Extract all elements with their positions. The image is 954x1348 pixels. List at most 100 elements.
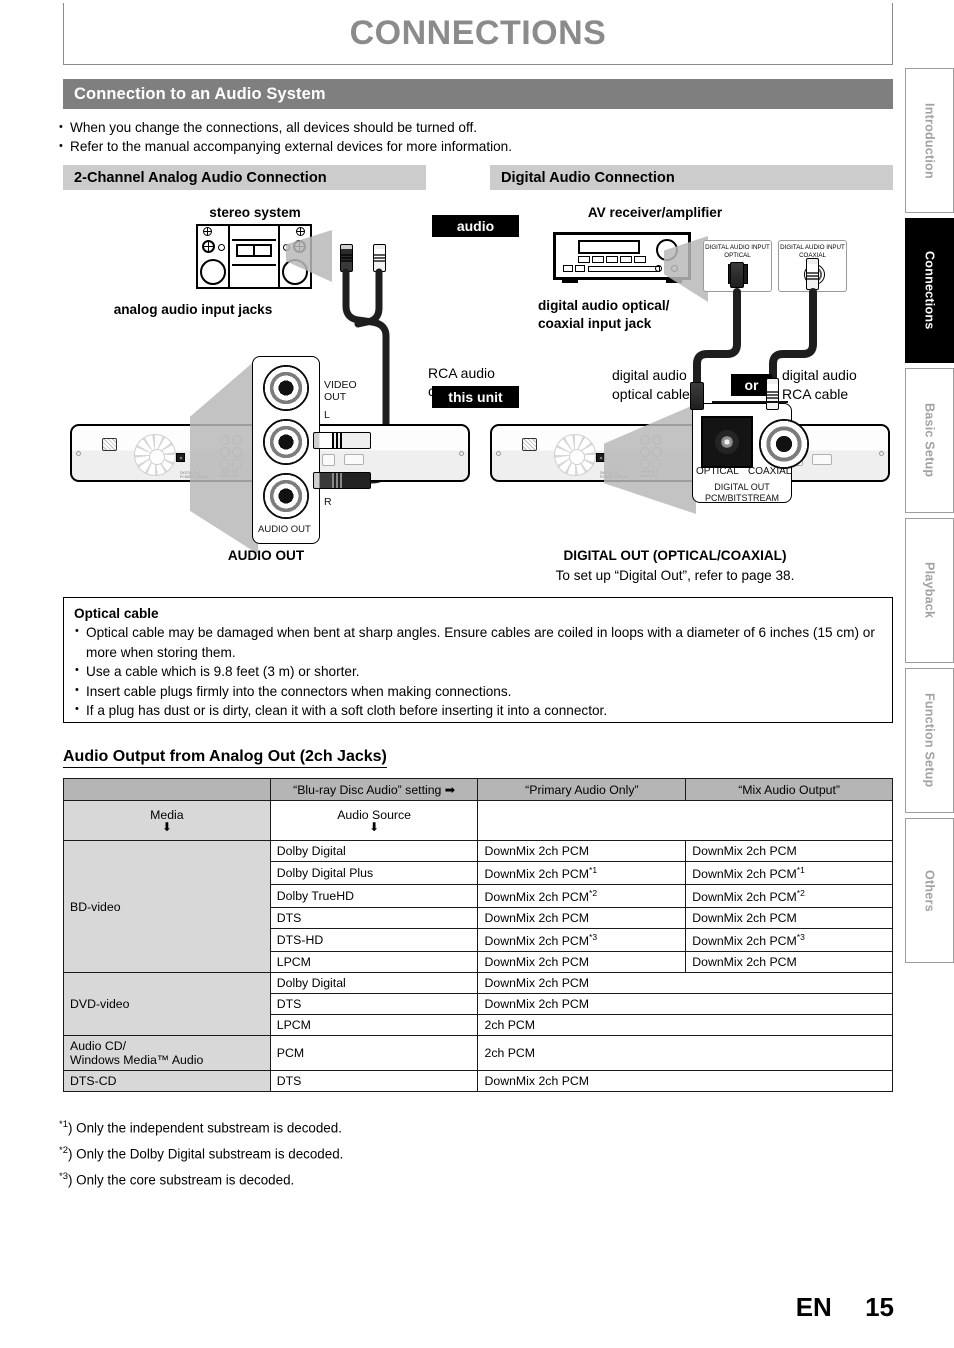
table-cell-audio-source: Dolby Digital Plus bbox=[269, 860, 479, 886]
table-cell-primary-audio-only: 2ch PCM bbox=[477, 1035, 893, 1072]
table-row: DVD-video Dolby Digital DownMix 2ch PCM bbox=[63, 972, 893, 1037]
footer-page-number: 15 bbox=[865, 1292, 894, 1322]
optical-input-caption-line2: OPTICAL bbox=[724, 252, 751, 259]
rca-digital-cable-label-line2: RCA cable bbox=[782, 386, 849, 402]
page-title-frame: CONNECTIONS bbox=[63, 3, 893, 65]
table-cell-footnote-mark: *2 bbox=[796, 888, 805, 899]
table-header-setting: “Blu-ray Disc Audio” setting ➡ bbox=[269, 778, 479, 801]
table-subheader-media: Media ⬇ bbox=[63, 800, 271, 841]
footnote-list: *1) Only the independent substream is de… bbox=[59, 1114, 659, 1192]
subheading-digital-connection: Digital Audio Connection bbox=[490, 165, 893, 190]
table-cell-media: DVD-video bbox=[63, 972, 271, 1037]
down-arrow-icon: ⬇ bbox=[161, 820, 172, 834]
footnote-mark: *1 bbox=[59, 1119, 68, 1130]
tab-introduction[interactable]: Introduction bbox=[905, 68, 954, 213]
unit-digital-out-line1: DIGITAL OUT bbox=[714, 482, 770, 492]
table-cell-primary-audio-only: DownMix 2ch PCM bbox=[477, 972, 893, 995]
page-footer: EN 15 bbox=[0, 1292, 894, 1323]
table-cell-audio-source: DTS bbox=[269, 1070, 479, 1093]
section-heading-band: Connection to an Audio System bbox=[63, 79, 893, 109]
optical-note-item: Use a cable which is 9.8 feet (3 m) or s… bbox=[74, 661, 882, 682]
table-subheader-row: Media ⬇ Audio Source ⬇ bbox=[63, 800, 893, 841]
optical-cable-note: Optical cable Optical cable may be damag… bbox=[63, 597, 893, 723]
subheading-analog-connection: 2-Channel Analog Audio Connection bbox=[63, 165, 426, 190]
tab-basic-setup-label: Basic Setup bbox=[922, 403, 937, 478]
unit-coaxial-label: COAXIAL bbox=[748, 466, 792, 477]
audio-out-right-label: R bbox=[324, 496, 332, 508]
subheading-digital-label: Digital Audio Connection bbox=[501, 169, 675, 186]
table-cell-footnote-mark: *1 bbox=[796, 865, 805, 875]
footnote-mark: *2 bbox=[59, 1144, 68, 1156]
table-cell-audio-source: Dolby Digital bbox=[269, 972, 479, 995]
audio-table-title: Audio Output from Analog Out (2ch Jacks) bbox=[63, 748, 387, 768]
av-receiver-label: AV receiver/amplifier bbox=[587, 205, 723, 220]
rca-cable-label-line1: RCA audio bbox=[428, 365, 495, 381]
tab-function-setup-label: Function Setup bbox=[922, 693, 937, 788]
audio-out-small-caption: AUDIO OUT bbox=[258, 524, 311, 535]
table-cell-audio-source: LPCM bbox=[269, 951, 479, 974]
optical-note-item: If a plug has dust or is dirty, clean it… bbox=[74, 700, 882, 721]
table-header-blank bbox=[63, 778, 271, 801]
video-out-jack bbox=[263, 365, 309, 411]
footnote-item: *2) Only the Dolby Digital substream is … bbox=[59, 1140, 659, 1166]
table-cell-primary-audio-only: DownMix 2ch PCM bbox=[477, 840, 687, 862]
tab-connections-label: Connections bbox=[922, 251, 937, 330]
audio-out-left-jack bbox=[263, 419, 309, 465]
rca-plug-white-unit bbox=[313, 432, 371, 449]
table-cell-primary-audio-only: DownMix 2ch PCM*1 bbox=[477, 860, 687, 886]
table-cell-audio-source: DTS bbox=[269, 993, 479, 1016]
unit-optical-label: OPTICAL bbox=[696, 466, 739, 477]
table-cell-audio-source: Dolby TrueHD bbox=[269, 884, 479, 909]
footnote-text: ) Only the core substream is decoded. bbox=[67, 1172, 295, 1188]
section-heading-text: Connection to an Audio System bbox=[74, 84, 326, 103]
footer-language: EN bbox=[795, 1292, 832, 1322]
table-cell-primary-audio-only: DownMix 2ch PCM bbox=[477, 907, 687, 930]
coaxial-plug-unit bbox=[766, 378, 779, 410]
page-title: CONNECTIONS bbox=[349, 14, 607, 52]
footnote-text: ) Only the independent substream is deco… bbox=[67, 1120, 342, 1136]
unit-coaxial-out-jack bbox=[759, 419, 809, 469]
connection-diagram: stereo system analog audio input jacks A… bbox=[0, 196, 894, 586]
coaxial-plug-top bbox=[806, 258, 819, 290]
table-cell-primary-audio-only: DownMix 2ch PCM bbox=[477, 1070, 893, 1093]
table-cell-media: BD-video bbox=[63, 839, 271, 974]
tab-introduction-label: Introduction bbox=[922, 102, 937, 179]
rca-plug-black-unit bbox=[313, 472, 371, 489]
down-arrow-icon: ⬇ bbox=[369, 820, 380, 834]
tab-basic-setup[interactable]: Basic Setup bbox=[905, 368, 954, 513]
table-subheader-spacer bbox=[477, 800, 893, 841]
footnote-mark: *3 bbox=[59, 1170, 68, 1182]
rca-plug-white-top bbox=[373, 244, 386, 272]
tab-playback[interactable]: Playback bbox=[905, 518, 954, 663]
table-cell-mix-audio-output: DownMix 2ch PCM*3 bbox=[685, 928, 893, 953]
tab-connections[interactable]: Connections bbox=[905, 218, 954, 363]
analog-unit-cone bbox=[190, 358, 258, 554]
table-cell-audio-source: DTS bbox=[269, 907, 479, 930]
tab-others[interactable]: Others bbox=[905, 818, 954, 963]
tab-function-setup[interactable]: Function Setup bbox=[905, 668, 954, 813]
table-cell-primary-audio-only: DownMix 2ch PCM*3 bbox=[477, 928, 687, 953]
table-cell-footnote-mark: *1 bbox=[589, 865, 598, 875]
footnote-item: *1) Only the independent substream is de… bbox=[59, 1114, 659, 1140]
footnote-text: ) Only the Dolby Digital substream is de… bbox=[67, 1146, 344, 1162]
optical-note-item: Optical cable may be damaged when bent a… bbox=[74, 622, 882, 662]
unit-optical-out-jack bbox=[701, 416, 753, 468]
table-body: BD-video Dolby Digital DownMix 2ch PCM Down… bbox=[63, 839, 893, 1093]
table-cell-mix-audio-output: DownMix 2ch PCM bbox=[685, 840, 893, 862]
audio-out-callout bbox=[252, 356, 320, 544]
table-header-row: “Blu-ray Disc Audio” setting ➡ “Primary … bbox=[63, 778, 893, 801]
intro-bullet-list: When you change the connections, all dev… bbox=[59, 118, 889, 156]
optical-plug-top bbox=[730, 262, 744, 288]
table-cell-primary-audio-only: 2ch PCM bbox=[477, 1014, 893, 1037]
table-cell-media: Audio CD/Windows Media™ Audio bbox=[63, 1035, 271, 1072]
audio-out-left-label: L bbox=[324, 409, 330, 421]
table-cell-audio-source: Dolby Digital bbox=[269, 840, 479, 862]
optical-input-caption-line1: DIGITAL AUDIO INPUT bbox=[705, 244, 770, 251]
table-cell-mix-audio-output: DownMix 2ch PCM*2 bbox=[685, 884, 893, 909]
optical-note-item: Insert cable plugs firmly into the conne… bbox=[74, 681, 882, 702]
audio-out-right-jack bbox=[263, 473, 309, 519]
badge-audio: audio bbox=[432, 215, 519, 237]
table-cell-footnote-mark: *2 bbox=[589, 888, 598, 899]
analog-under-caption: AUDIO OUT bbox=[227, 548, 305, 563]
digital-input-jack-label-line2: coaxial input jack bbox=[538, 316, 652, 331]
